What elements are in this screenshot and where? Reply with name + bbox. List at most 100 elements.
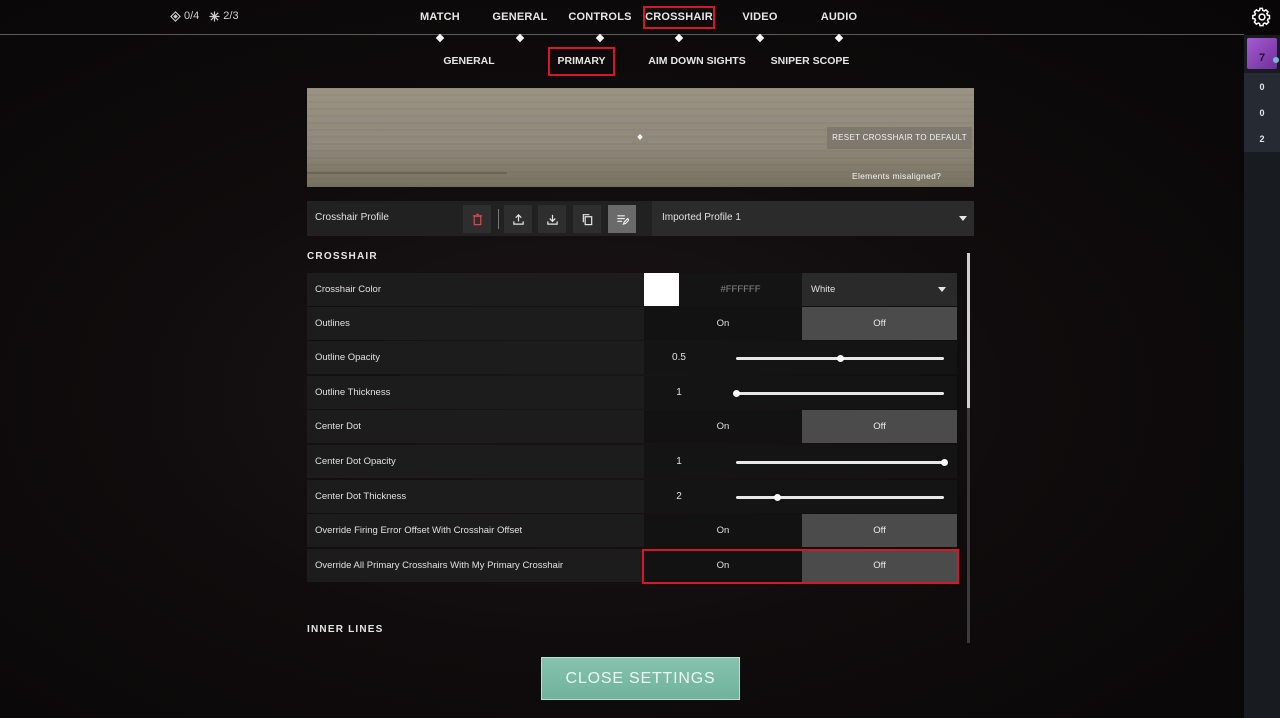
subtab-aim-down-sights-label: AIM DOWN SIGHTS xyxy=(648,55,746,67)
stat-sun: 2/3 xyxy=(209,10,239,22)
color-dropdown[interactable]: White xyxy=(802,273,957,306)
copy-profile-button[interactable] xyxy=(573,205,601,233)
settings-scrollbar[interactable] xyxy=(967,253,970,643)
slider-thumb[interactable] xyxy=(940,458,948,466)
tab-controls-label: CONTROLS xyxy=(568,11,632,23)
setting-label-cell: Outlines xyxy=(307,307,644,340)
setting-label: Center Dot Thickness xyxy=(315,491,407,502)
tab-general[interactable]: GENERAL xyxy=(489,6,551,43)
setting-label: Center Dot Opacity xyxy=(315,456,396,467)
crosshair-preview-dot xyxy=(637,134,643,140)
tab-match-label: MATCH xyxy=(420,11,460,23)
avatar-number: 7 xyxy=(1258,52,1266,64)
toggle-off-button[interactable]: Off xyxy=(802,514,957,547)
setting-outline-thickness: Outline Thickness 1 xyxy=(307,376,957,409)
setting-label-cell: Outline Thickness xyxy=(307,376,644,409)
tab-video[interactable]: VIDEO xyxy=(735,6,785,43)
slider-track[interactable] xyxy=(732,389,944,397)
upload-icon xyxy=(512,213,524,225)
setting-label: Override All Primary Crosshairs With My … xyxy=(315,560,564,571)
setting-control-cell: 2 xyxy=(644,480,957,513)
toggle-on-button[interactable]: On xyxy=(644,307,802,340)
setting-label-cell: Outline Opacity xyxy=(307,341,644,374)
setting-control-cell: On Off xyxy=(644,410,957,443)
tab-video-marker xyxy=(755,33,765,43)
setting-label-cell: Center Dot xyxy=(307,410,644,443)
diamond-icon xyxy=(170,10,181,22)
tab-crosshair-marker xyxy=(674,33,684,43)
setting-label-cell: Center Dot Thickness xyxy=(307,480,644,513)
subtab-sniper-scope[interactable]: SNIPER SCOPE xyxy=(768,47,852,76)
gear-icon[interactable] xyxy=(1252,7,1272,27)
tab-general-marker xyxy=(515,33,525,43)
tab-video-label: VIDEO xyxy=(742,11,778,23)
tab-audio-marker xyxy=(834,33,844,43)
score-value: 2 xyxy=(1259,134,1265,144)
subtab-general[interactable]: GENERAL xyxy=(438,47,500,76)
setting-control-cell: On Off xyxy=(644,514,957,547)
tab-controls[interactable]: CONTROLS xyxy=(568,6,632,43)
profile-button-divider xyxy=(498,209,499,229)
setting-control-cell: 1 xyxy=(644,376,957,409)
slider-value[interactable]: 2 xyxy=(644,491,714,502)
subtab-primary[interactable]: PRIMARY xyxy=(548,47,615,76)
reset-crosshair-button[interactable]: RESET CROSSHAIR TO DEFAULT xyxy=(827,127,972,149)
setting-center-dot-opacity: Center Dot Opacity 1 xyxy=(307,445,957,478)
score-panel: 0 0 2 xyxy=(1244,73,1280,152)
subtab-aim-down-sights[interactable]: AIM DOWN SIGHTS xyxy=(645,47,749,76)
subtab-sniper-scope-label: SNIPER SCOPE xyxy=(770,55,850,67)
crosshair-profile-label: Crosshair Profile xyxy=(315,212,389,223)
section-title-inner-lines: INNER LINES xyxy=(307,624,384,635)
profile-dropdown[interactable]: Imported Profile 1 xyxy=(652,201,974,236)
setting-label: Outline Opacity xyxy=(315,352,380,363)
download-icon xyxy=(546,214,558,225)
edit-profile-button[interactable] xyxy=(608,205,636,233)
slider-thumb[interactable] xyxy=(774,493,782,501)
download-profile-button[interactable] xyxy=(538,205,566,233)
setting-override-all-primary: Override All Primary Crosshairs With My … xyxy=(307,549,957,582)
toggle-on-button[interactable]: On xyxy=(644,514,802,547)
crosshair-preview: RESET CROSSHAIR TO DEFAULT Elements misa… xyxy=(307,88,974,187)
setting-control-cell: 0.5 xyxy=(644,341,957,374)
tab-audio[interactable]: AUDIO xyxy=(814,6,864,43)
tab-match-marker xyxy=(435,33,445,43)
hex-color-input[interactable]: #FFFFFF xyxy=(679,273,802,306)
slider-value[interactable]: 1 xyxy=(644,387,714,398)
setting-label-cell: Center Dot Opacity xyxy=(307,445,644,478)
subtab-primary-label: PRIMARY xyxy=(557,55,606,67)
toggle-on-button[interactable]: On xyxy=(644,410,802,443)
avatar[interactable]: 7 xyxy=(1247,38,1277,69)
close-settings-button[interactable]: CLOSE SETTINGS xyxy=(541,657,740,700)
upload-profile-button[interactable] xyxy=(504,205,532,233)
section-title-crosshair: CROSSHAIR xyxy=(307,251,378,262)
slider-value[interactable]: 0.5 xyxy=(644,352,714,363)
setting-center-dot-thickness: Center Dot Thickness 2 xyxy=(307,480,957,513)
slider-thumb[interactable] xyxy=(836,354,844,362)
tab-controls-marker xyxy=(595,33,605,43)
slider-value[interactable]: 1 xyxy=(644,456,714,467)
setting-label: Outline Thickness xyxy=(315,387,391,398)
slider-track[interactable] xyxy=(736,493,944,501)
toggle-off-button[interactable]: Off xyxy=(802,549,957,582)
toggle-off-button[interactable]: Off xyxy=(802,307,957,340)
tab-match[interactable]: MATCH xyxy=(412,6,468,43)
tab-crosshair[interactable]: CROSSHAIR xyxy=(643,6,715,43)
match-stats: 0/4 2/3 xyxy=(170,10,239,22)
toggle-on-button[interactable]: On xyxy=(644,549,802,582)
scrollbar-thumb[interactable] xyxy=(967,253,970,408)
delete-profile-button[interactable] xyxy=(463,205,491,233)
setting-outline-opacity: Outline Opacity 0.5 xyxy=(307,341,957,374)
setting-label-cell: Crosshair Color xyxy=(307,273,644,306)
setting-label-cell: Override Firing Error Offset With Crossh… xyxy=(307,514,644,547)
elements-misaligned-link[interactable]: Elements misaligned? xyxy=(852,171,941,181)
color-dropdown-value: White xyxy=(811,284,836,295)
setting-label: Override Firing Error Offset With Crossh… xyxy=(315,525,523,536)
setting-control-cell: #FFFFFF White xyxy=(644,273,957,306)
toggle-off-button[interactable]: Off xyxy=(802,410,957,443)
chevron-down-icon xyxy=(959,216,967,221)
slider-track[interactable] xyxy=(736,458,948,466)
stat-diamond: 0/4 xyxy=(170,10,199,22)
slider-track[interactable] xyxy=(736,354,944,362)
slider-thumb[interactable] xyxy=(732,389,740,397)
preview-ground-line xyxy=(307,172,507,174)
